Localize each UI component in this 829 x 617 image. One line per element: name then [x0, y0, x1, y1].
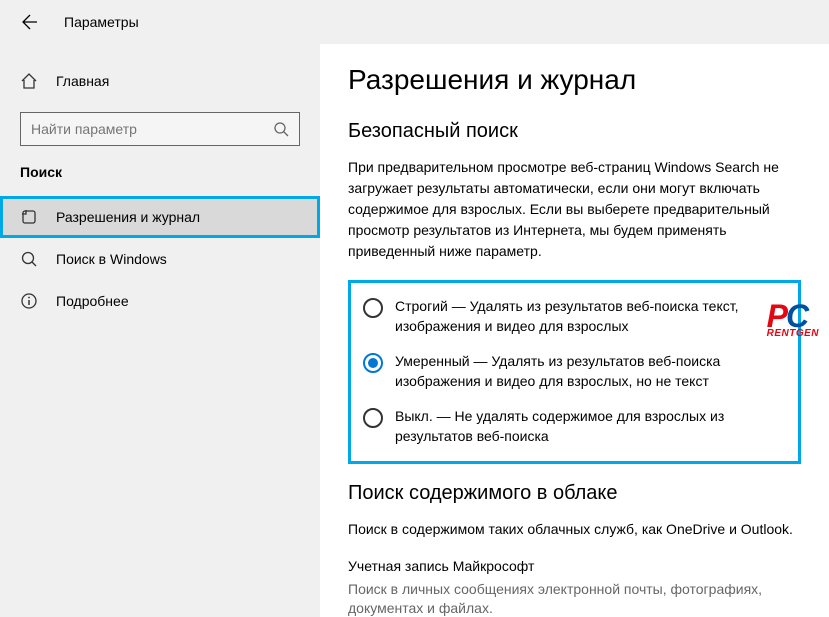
sidebar: Главная Поиск Разрешения и журнал Поиск … — [0, 44, 320, 617]
sidebar-section-title: Поиск — [0, 164, 320, 180]
safesearch-title: Безопасный поиск — [348, 120, 801, 143]
titlebar: Параметры — [0, 0, 829, 44]
safesearch-desc: При предварительном просмотре веб-страни… — [348, 157, 801, 262]
arrow-left-icon — [22, 14, 38, 30]
sidebar-home[interactable]: Главная — [0, 64, 320, 98]
sidebar-item-label: Подробнее — [56, 293, 129, 309]
sidebar-item-label: Поиск в Windows — [56, 251, 167, 267]
search-icon — [273, 121, 289, 137]
titlebar-title: Параметры — [64, 14, 139, 30]
sidebar-item-more[interactable]: Подробнее — [0, 280, 320, 322]
sidebar-item-permissions[interactable]: Разрешения и журнал — [0, 196, 320, 238]
radio-strict[interactable]: Строгий — Удалять из результатов веб-пои… — [363, 297, 786, 336]
cloud-title: Поиск содержимого в облаке — [348, 482, 801, 505]
permissions-icon — [20, 208, 38, 226]
radio-moderate[interactable]: Умеренный — Удалять из результатов веб-п… — [363, 352, 786, 391]
radio-off[interactable]: Выкл. — Не удалять содержимое для взросл… — [363, 407, 786, 446]
msa-desc: Поиск в личных сообщениях электронной по… — [348, 580, 801, 617]
page-title: Разрешения и журнал — [348, 64, 801, 96]
search-input[interactable] — [31, 121, 273, 137]
cloud-desc: Поиск в содержимом таких облачных служб,… — [348, 519, 801, 540]
radio-label: Выкл. — Не удалять содержимое для взросл… — [395, 407, 786, 446]
sidebar-home-label: Главная — [56, 73, 109, 89]
sidebar-item-label: Разрешения и журнал — [56, 209, 200, 225]
sidebar-item-windows-search[interactable]: Поиск в Windows — [0, 238, 320, 280]
main: Разрешения и журнал Безопасный поиск При… — [320, 44, 829, 617]
msa-subsection: Учетная запись Майкрософт Поиск в личных… — [348, 558, 801, 617]
msa-title: Учетная запись Майкрософт — [348, 558, 801, 574]
radio-circle-icon — [363, 298, 383, 318]
radio-label: Строгий — Удалять из результатов веб-пои… — [395, 297, 786, 336]
radio-label: Умеренный — Удалять из результатов веб-п… — [395, 352, 786, 391]
search-box[interactable] — [20, 112, 300, 146]
info-icon — [20, 292, 38, 310]
radio-circle-icon — [363, 408, 383, 428]
safesearch-radio-group: Строгий — Удалять из результатов веб-пои… — [348, 280, 801, 464]
radio-circle-icon — [363, 353, 383, 373]
back-button[interactable] — [20, 12, 40, 32]
search-icon — [20, 250, 38, 268]
home-icon — [20, 72, 38, 90]
content: Главная Поиск Разрешения и журнал Поиск … — [0, 44, 829, 617]
